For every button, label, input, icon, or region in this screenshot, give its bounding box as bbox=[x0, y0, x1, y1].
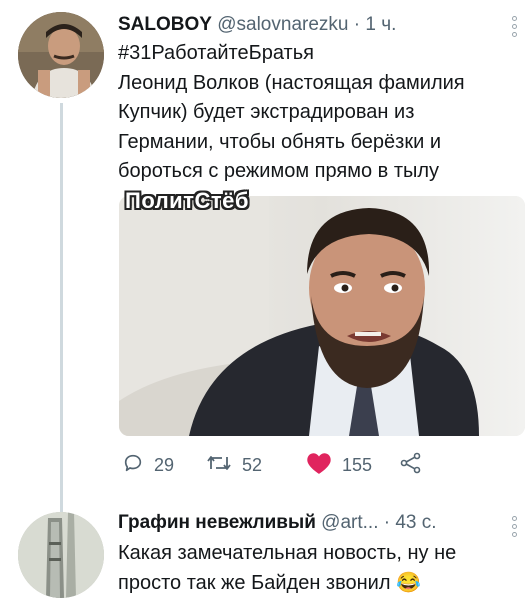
tweet-text-line: Купчик) будет экстрадирован из bbox=[118, 101, 415, 123]
separator: · bbox=[353, 14, 361, 35]
retweet-button[interactable]: 52 bbox=[206, 450, 262, 480]
reply-count: 29 bbox=[154, 454, 175, 475]
tweet-actions: 29 52 155 bbox=[122, 450, 522, 480]
author-name[interactable]: Графин невежливый bbox=[118, 512, 316, 533]
reply-button[interactable]: 29 bbox=[122, 450, 174, 480]
reply-icon bbox=[122, 452, 144, 479]
retweet-icon bbox=[206, 452, 232, 479]
tweet-text-line: Леонид Волков (настоящая фамилия bbox=[118, 71, 465, 94]
author-handle[interactable]: @salovnarezku bbox=[217, 14, 348, 35]
retweet-count: 52 bbox=[242, 454, 263, 475]
tweet-text-line: просто так же Байден звонил 😂 bbox=[118, 571, 421, 594]
author-avatar[interactable] bbox=[18, 512, 104, 598]
media-watermark: ПолитСтёб bbox=[125, 188, 249, 213]
tweet-text: #31РаботайтеБратья Леонид Волков (настоя… bbox=[118, 39, 465, 187]
author-avatar[interactable] bbox=[18, 12, 104, 98]
tweet-text-line: Германии, чтобы обнять берёзки и bbox=[118, 130, 441, 153]
separator: · bbox=[383, 512, 391, 533]
thread-line bbox=[60, 103, 63, 513]
author-name[interactable]: SALOBOY bbox=[118, 14, 212, 35]
share-icon bbox=[400, 452, 422, 479]
author-handle[interactable]: @art... bbox=[321, 512, 378, 533]
timestamp[interactable]: 1 ч. bbox=[365, 14, 396, 35]
like-count: 155 bbox=[342, 454, 373, 475]
tweet-media-photo[interactable] bbox=[119, 196, 525, 436]
tweet-text-line: Какая замечательная новость, ну не bbox=[118, 542, 457, 564]
tweet-header: Графин невежливый @art... · 43 с. bbox=[118, 512, 437, 534]
like-button[interactable]: 155 bbox=[306, 450, 372, 480]
tweet-header: SALOBOY @salovnarezku · 1 ч. bbox=[118, 14, 396, 36]
hashtag[interactable]: #31РаботайтеБратья bbox=[118, 39, 465, 69]
tweet-text-line: бороться с режимом прямо в тылу bbox=[118, 160, 440, 182]
share-button[interactable] bbox=[400, 450, 422, 480]
more-vertical-icon[interactable] bbox=[512, 16, 522, 37]
timestamp[interactable]: 43 с. bbox=[395, 512, 436, 533]
heart-icon bbox=[306, 451, 332, 480]
tweet-text: Какая замечательная новость, ну не прост… bbox=[118, 539, 456, 598]
more-vertical-icon[interactable] bbox=[512, 516, 522, 537]
